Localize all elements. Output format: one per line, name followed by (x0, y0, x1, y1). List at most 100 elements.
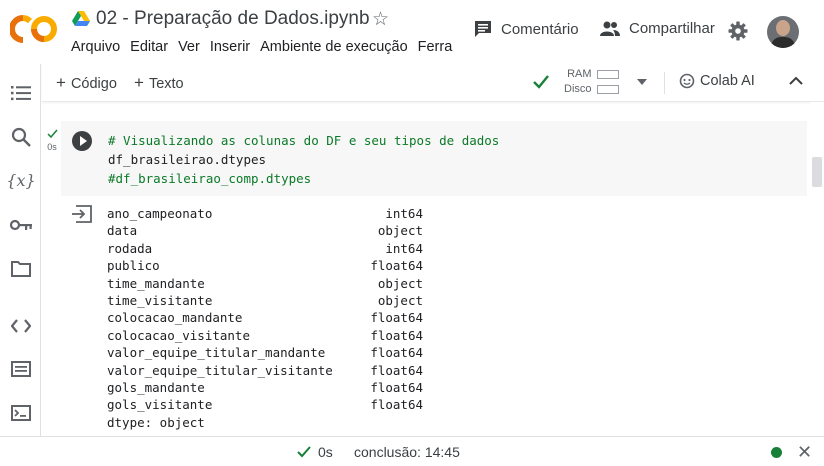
close-icon[interactable]: ✕ (797, 443, 812, 461)
column-name: gols_visitante (107, 397, 213, 413)
output-row: time_visitante object (107, 292, 423, 309)
code-cell[interactable]: # Visualizando as colunas do DF e seu ti… (61, 121, 807, 196)
code-snippets-icon[interactable] (9, 314, 33, 338)
column-dtype: float64 (370, 397, 423, 413)
avatar-face (776, 20, 790, 36)
disk-row: Disco (564, 82, 619, 97)
column-name: colocacao_mandante (107, 310, 243, 326)
add-text-button[interactable]: + Texto (134, 73, 184, 93)
comment-icon (475, 21, 491, 37)
connected-check-icon[interactable] (532, 73, 550, 91)
menu-bar: Arquivo Editar Ver Inserir Ambiente de e… (71, 39, 462, 55)
column-name: ano_campeonato (107, 206, 213, 221)
key-icon[interactable] (9, 213, 33, 237)
exec-time: 0s (47, 142, 57, 152)
menu-arquivo[interactable]: Arquivo (71, 39, 120, 55)
status-completion: conclusão: 14:45 (354, 444, 460, 460)
user-avatar[interactable] (767, 16, 799, 48)
menu-inserir[interactable]: Inserir (210, 39, 250, 55)
share-button[interactable]: Compartilhar (600, 20, 715, 37)
column-dtype: float64 (370, 310, 423, 326)
output-row: ano_campeonato int64 (107, 205, 423, 222)
star-icon[interactable]: ☆ (372, 8, 389, 31)
output-footer: dtype: object (107, 414, 205, 430)
output-row: gols_mandante float64 (107, 379, 423, 396)
chevron-up-icon[interactable] (789, 76, 803, 86)
code-line-3: #df_brasileirao_comp.dtypes (108, 171, 312, 186)
column-name: time_visitante (107, 293, 213, 309)
google-drive-icon[interactable] (72, 11, 90, 27)
ram-label: RAM (567, 68, 592, 80)
cell-output: ano_campeonato int64 data object rodada int… (107, 205, 423, 431)
column-dtype: int64 (385, 206, 423, 221)
resources-indicator[interactable]: RAM Disco (564, 67, 619, 97)
menu-ambiente-execucao[interactable]: Ambiente de execução (260, 39, 408, 55)
disk-label: Disco (564, 83, 592, 95)
search-icon[interactable] (9, 125, 33, 149)
colab-logo[interactable] (10, 12, 58, 46)
menu-ver[interactable]: Ver (178, 39, 200, 55)
notebook-toolbar: + Código + Texto RAM Disco Colab AI (42, 64, 824, 102)
status-bar: 0s conclusão: 14:45 ✕ (0, 436, 824, 466)
code-line-2: df_brasileirao.dtypes (108, 152, 267, 167)
add-code-button[interactable]: + Código (56, 73, 117, 93)
terminal-icon[interactable] (9, 401, 33, 425)
colab-ai-icon (679, 73, 695, 89)
column-dtype: float64 (370, 327, 423, 343)
colab-ai-label: Colab AI (700, 73, 755, 89)
gear-icon[interactable] (728, 21, 748, 41)
column-name: gols_mandante (107, 380, 205, 396)
share-label: Compartilhar (629, 20, 715, 37)
connection-status-dot[interactable] (771, 447, 782, 458)
output-row: colocacao_visitante float64 (107, 327, 423, 344)
column-name: rodada (107, 240, 153, 256)
command-palette-icon[interactable] (9, 357, 33, 381)
table-of-contents-icon[interactable] (9, 81, 33, 105)
code-line-1: # Visualizando as colunas do DF e seu ti… (108, 133, 500, 148)
comment-button[interactable]: Comentário (474, 20, 579, 38)
ram-row: RAM (564, 67, 619, 82)
colab-ai-button[interactable]: Colab AI (679, 73, 755, 89)
scrollbar-thumb[interactable] (812, 157, 822, 187)
output-row: time_mandante object (107, 275, 423, 292)
comment-label: Comentário (501, 20, 579, 38)
disk-bar (596, 85, 619, 94)
column-dtype: float64 (370, 258, 423, 274)
column-dtype: object (377, 275, 423, 291)
column-name: valor_equipe_titular_visitante (107, 362, 333, 378)
plus-icon: + (56, 73, 66, 92)
folder-icon[interactable] (9, 257, 33, 281)
column-dtype: object (377, 293, 423, 309)
status-exec-time: 0s (318, 444, 333, 460)
notebook-title[interactable]: 02 - Preparação de Dados.ipynb (96, 8, 370, 30)
column-name: colocacao_visitante (107, 327, 250, 343)
output-row: publico float64 (107, 257, 423, 274)
column-name: publico (107, 258, 160, 274)
app-header: 02 - Preparação de Dados.ipynb ☆ Arquivo… (0, 0, 824, 64)
output-row: valor_equipe_titular_mandante float64 (107, 344, 423, 361)
exec-check-icon (46, 129, 58, 139)
column-dtype: int64 (385, 240, 423, 256)
column-name: time_mandante (107, 275, 205, 291)
scrollbar-track[interactable] (811, 102, 824, 436)
ram-bar (596, 70, 619, 79)
avatar-body (771, 37, 795, 48)
add-code-label: Código (70, 76, 117, 92)
output-row: rodada int64 (107, 240, 423, 257)
code-editor[interactable]: # Visualizando as colunas do DF e seu ti… (108, 131, 499, 188)
left-sidebar: {𝑥} (0, 64, 41, 466)
menu-editar[interactable]: Editar (130, 39, 168, 55)
variables-icon[interactable]: {𝑥} (6, 168, 35, 192)
output-row: data object (107, 222, 423, 239)
menu-ferramentas[interactable]: Ferra (418, 39, 453, 55)
column-name: valor_equipe_titular_mandante (107, 345, 326, 361)
status-check-icon (297, 446, 311, 458)
cell-exec-status: 0s (44, 129, 60, 153)
column-name: data (107, 223, 138, 239)
run-cell-button[interactable] (72, 131, 92, 151)
plus-icon: + (134, 73, 144, 92)
chevron-down-icon[interactable] (637, 79, 647, 85)
toolbar-divider (664, 72, 665, 94)
output-actions-icon[interactable] (72, 205, 92, 223)
column-dtype: float64 (370, 362, 423, 378)
